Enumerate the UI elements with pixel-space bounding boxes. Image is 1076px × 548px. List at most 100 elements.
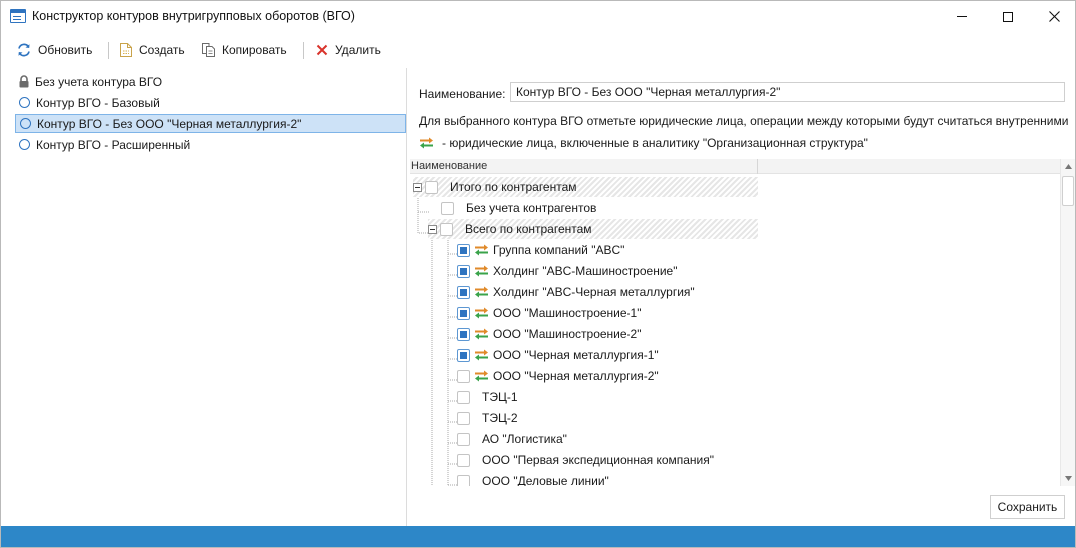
row-checkbox[interactable] (457, 327, 470, 341)
maximize-button[interactable] (985, 1, 1031, 32)
contour-item-label: Контур ВГО - Расширенный (36, 137, 191, 152)
tree-row-label: ООО "Первая экспедиционная компания" (482, 453, 715, 467)
toolbar-separator (108, 42, 109, 59)
tree-row-label: ООО "Деловые линии" (482, 474, 609, 486)
org-structure-icon (475, 265, 488, 277)
tree-row-label: Без учета контрагентов (466, 201, 597, 215)
minimize-button[interactable] (939, 1, 985, 32)
scroll-down-button[interactable] (1061, 471, 1075, 486)
tree-row-label: Всего по контрагентам (465, 222, 592, 236)
tree-row-label: ООО "Машиностроение-1" (493, 306, 642, 320)
row-checkbox[interactable] (425, 180, 438, 194)
tree-row[interactable]: Холдинг "ABC-Черная металлургия" (444, 282, 695, 302)
refresh-label: Обновить (38, 43, 93, 57)
collapse-icon[interactable] (413, 182, 422, 192)
scroll-up-button[interactable] (1061, 159, 1075, 174)
delete-icon (316, 44, 328, 56)
hint-text: Для выбранного контура ВГО отметьте юрид… (419, 114, 1069, 128)
column-header-name[interactable]: Наименование (410, 159, 758, 174)
tree-row-label: Холдинг "ABC-Машиностроение" (493, 264, 678, 278)
row-checkbox[interactable] (457, 390, 470, 404)
tree-row[interactable]: ООО "Черная металлургия-1" (444, 345, 659, 365)
tree-row[interactable]: ООО "Черная металлургия-2" (444, 366, 659, 386)
tree-row-label: Холдинг "ABC-Черная металлургия" (493, 285, 695, 299)
tree-row-label: ООО "Черная металлургия-2" (493, 369, 659, 383)
minimize-icon (957, 16, 967, 17)
row-checkbox[interactable] (457, 369, 470, 383)
tree-row[interactable]: ООО "Машиностроение-2" (444, 324, 641, 344)
org-structure-icon (475, 370, 488, 382)
org-structure-icon (475, 328, 488, 340)
copy-button[interactable]: Копировать (201, 39, 287, 61)
new-document-icon (120, 43, 132, 57)
org-structure-icon (475, 307, 488, 319)
app-window-icon (10, 9, 26, 23)
scrollbar-thumb[interactable] (1062, 176, 1074, 206)
contour-item-extended[interactable]: Контур ВГО - Расширенный (15, 135, 190, 154)
create-label: Создать (139, 43, 185, 57)
collapse-icon[interactable] (428, 224, 437, 234)
tree-row-label: ООО "Машиностроение-2" (493, 327, 642, 341)
tree-row[interactable]: ООО "Деловые линии" (444, 471, 609, 486)
name-input[interactable] (510, 82, 1065, 102)
save-button[interactable]: Сохранить (990, 495, 1065, 519)
contour-item-no-vgo[interactable]: Без учета контура ВГО (15, 72, 162, 91)
refresh-button[interactable]: Обновить (16, 39, 92, 61)
tree-row-label: ТЭЦ-2 (482, 411, 518, 425)
row-checkbox[interactable] (457, 264, 470, 278)
tree-row[interactable]: Всего по контрагентам (428, 219, 758, 239)
vertical-scrollbar[interactable] (1060, 159, 1075, 486)
radio-icon (20, 118, 31, 129)
contour-item-basic[interactable]: Контур ВГО - Базовый (15, 93, 160, 112)
tree-row-label: ТЭЦ-1 (482, 390, 518, 404)
row-checkbox[interactable] (457, 411, 470, 425)
delete-button[interactable]: Удалить (315, 39, 381, 61)
tree-row[interactable]: ООО "Машиностроение-1" (444, 303, 641, 323)
tree-row[interactable]: Группа компаний "ABC" (444, 240, 624, 260)
row-checkbox[interactable] (457, 474, 470, 486)
refresh-icon (18, 43, 30, 57)
counterparty-tree: Наименование Итого по контрагентам Без уч… (410, 159, 1075, 486)
org-structure-icon (475, 349, 488, 361)
radio-icon (19, 139, 30, 150)
arrow-down-icon (1064, 476, 1072, 481)
row-checkbox[interactable] (457, 453, 470, 467)
contour-item-label: Без учета контура ВГО (35, 74, 163, 89)
row-checkbox[interactable] (441, 201, 454, 215)
tree-row-label: Итого по контрагентам (450, 180, 577, 194)
contour-item-without-metallurgy-2[interactable]: Контур ВГО - Без ООО "Черная металлургия… (15, 114, 406, 133)
copy-icon (202, 43, 215, 57)
copy-label: Копировать (222, 43, 287, 57)
row-checkbox[interactable] (440, 222, 453, 236)
tree-row[interactable]: Холдинг "ABC-Машиностроение" (444, 261, 677, 281)
toolbar-separator (303, 42, 304, 59)
radio-icon (19, 97, 30, 108)
org-structure-icon (420, 137, 433, 149)
tree-row[interactable]: Итого по контрагентам (413, 177, 758, 197)
close-button[interactable] (1031, 1, 1076, 32)
row-checkbox[interactable] (457, 306, 470, 320)
contour-item-label: Контур ВГО - Базовый (36, 95, 160, 110)
tree-row-label: ООО "Черная металлургия-1" (493, 348, 659, 362)
tree-row[interactable]: ТЭЦ-1 (444, 387, 518, 407)
row-checkbox[interactable] (457, 285, 470, 299)
create-button[interactable]: Создать (119, 39, 185, 61)
contour-details: Наименование: Для выбранного контура ВГО… (408, 68, 1075, 526)
toolbar: Обновить Создать Копировать Удалить (1, 35, 1075, 65)
tree-row[interactable]: АО "Логистика" (444, 429, 567, 449)
tree-row[interactable]: ТЭЦ-2 (444, 408, 518, 428)
tree-row[interactable]: ООО "Первая экспедиционная компания" (444, 450, 714, 470)
close-icon (1048, 11, 1060, 22)
maximize-icon (1003, 11, 1013, 22)
main-window: Конструктор контуров внутригрупповых обо… (0, 0, 1076, 548)
legend: - юридические лица, включенные в аналити… (419, 136, 868, 150)
name-label: Наименование: (419, 87, 506, 101)
org-structure-icon (475, 286, 488, 298)
lock-icon (19, 75, 29, 88)
row-checkbox[interactable] (457, 432, 470, 446)
contour-item-label: Контур ВГО - Без ООО "Черная металлургия… (37, 116, 302, 131)
tree-row-label: Группа компаний "ABC" (493, 243, 625, 257)
tree-row[interactable]: Без учета контрагентов (428, 198, 596, 218)
row-checkbox[interactable] (457, 243, 470, 257)
row-checkbox[interactable] (457, 348, 470, 362)
